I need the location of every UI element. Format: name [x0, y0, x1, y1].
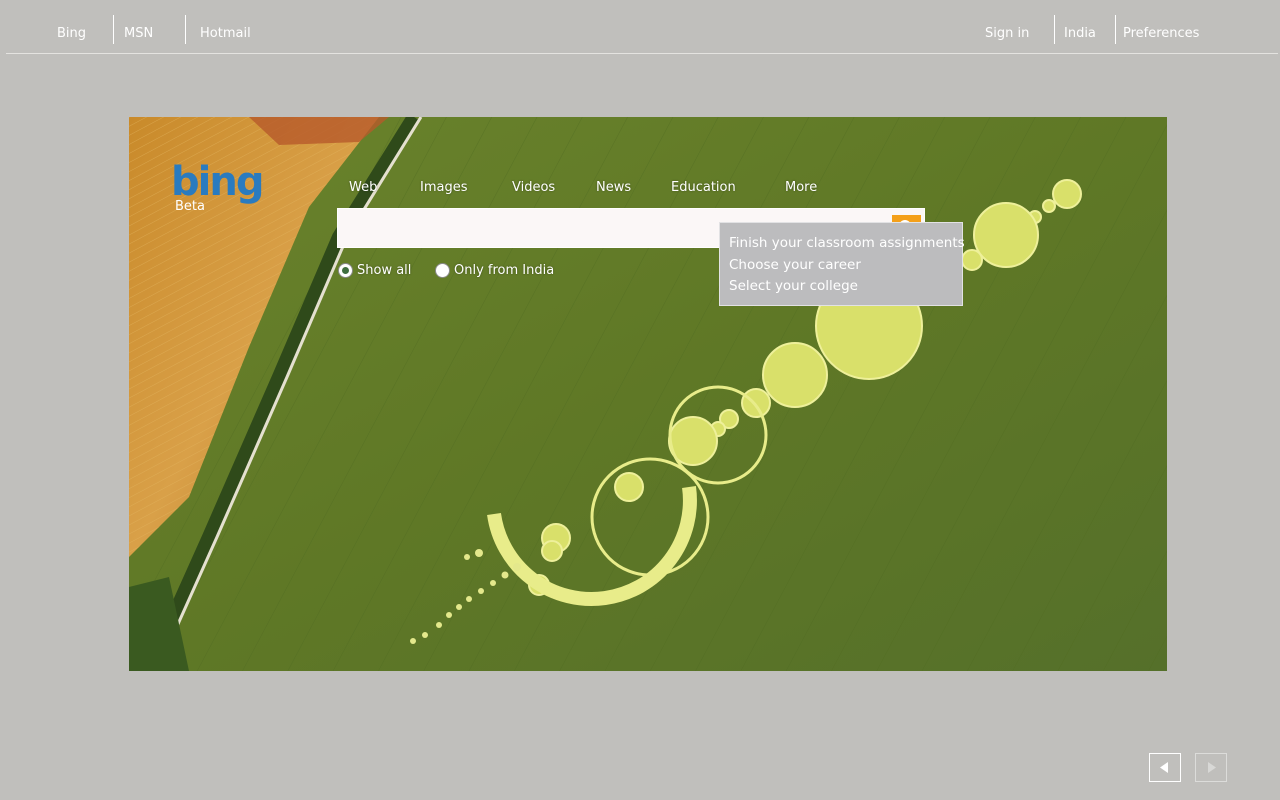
tab-education[interactable]: Education — [671, 180, 736, 195]
menu-item-select-college[interactable]: Select your college — [729, 276, 962, 298]
separator — [1115, 15, 1116, 44]
separator — [113, 15, 114, 44]
top-navigation-bar: Bing MSN Hotmail Sign in India Preferenc… — [0, 0, 1280, 54]
next-image-button[interactable] — [1195, 753, 1227, 782]
menu-item-choose-career[interactable]: Choose your career — [729, 255, 962, 277]
radio-show-all[interactable] — [338, 263, 353, 278]
top-link-bing[interactable]: Bing — [57, 26, 86, 41]
radio-only-from-india-label: Only from India — [454, 263, 555, 278]
separator — [185, 15, 186, 44]
country-link-india[interactable]: India — [1064, 26, 1096, 41]
tab-web[interactable]: Web — [349, 180, 377, 195]
education-dropdown-menu: Finish your classroom assignments Choose… — [719, 222, 965, 306]
scope-only-from-india[interactable]: Only from India — [435, 263, 554, 278]
triangle-right-icon — [1208, 762, 1216, 773]
tab-videos[interactable]: Videos — [512, 180, 555, 195]
top-link-hotmail[interactable]: Hotmail — [200, 26, 251, 41]
separator — [1054, 15, 1055, 44]
preferences-link[interactable]: Preferences — [1123, 26, 1199, 41]
hero-image: bing Beta Web Images Videos News Educati… — [129, 117, 1167, 671]
tab-more[interactable]: More — [785, 180, 817, 195]
tab-images[interactable]: Images — [420, 180, 468, 195]
header-divider — [6, 53, 1278, 54]
radio-show-all-label: Show all — [357, 263, 412, 278]
beta-label: Beta — [175, 199, 205, 214]
menu-item-classroom-assignments[interactable]: Finish your classroom assignments — [729, 233, 965, 255]
tab-news[interactable]: News — [596, 180, 631, 195]
top-link-msn[interactable]: MSN — [124, 26, 153, 41]
sign-in-link[interactable]: Sign in — [985, 26, 1029, 41]
scope-show-all[interactable]: Show all — [338, 263, 411, 278]
previous-image-button[interactable] — [1149, 753, 1181, 782]
radio-only-from-india[interactable] — [435, 263, 450, 278]
triangle-left-icon — [1160, 762, 1168, 773]
